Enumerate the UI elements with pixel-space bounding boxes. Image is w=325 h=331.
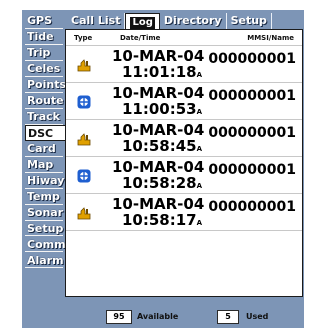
log-time-value: 11:00:53	[122, 100, 197, 118]
column-header-date-time: Date/Time	[120, 34, 161, 42]
log-date: 10-MAR-04	[112, 121, 205, 139]
table-row[interactable]: 10-MAR-04 10:58:28A 000000001	[66, 157, 302, 194]
log-time: 11:01:18A	[122, 64, 202, 83]
log-panel: Type Date/Time MMSI/Name 10-MAR-04 11:01…	[65, 29, 303, 297]
table-row[interactable]: 10-MAR-04 11:01:18A 000000001	[66, 45, 302, 83]
log-ampm: A	[196, 182, 203, 190]
sidebar-item-track[interactable]: Track	[25, 108, 63, 125]
tab-call-list[interactable]: Call List	[67, 13, 126, 29]
used-count: 5	[217, 310, 239, 324]
log-date: 10-MAR-04	[112, 195, 205, 213]
log-time: 11:00:53A	[122, 101, 202, 120]
distress-call-icon	[77, 207, 91, 220]
log-ampm: A	[196, 219, 203, 227]
sidebar-item-hiway[interactable]: Hiway	[25, 172, 64, 189]
used-label: Used	[246, 312, 269, 321]
log-ampm: A	[196, 108, 203, 116]
sidebar-item-setup[interactable]: Setup	[25, 220, 63, 237]
table-row[interactable]: 10-MAR-04 10:58:17A 000000001	[66, 194, 302, 231]
position-report-icon	[77, 169, 91, 183]
sidebar: GPS Tide Trip Celes Points Route Track D…	[25, 13, 66, 269]
sidebar-item-points[interactable]: Points	[25, 76, 66, 93]
log-date: 10-MAR-04	[112, 47, 205, 65]
sidebar-item-tide[interactable]: Tide	[25, 28, 63, 45]
sidebar-item-gps[interactable]: GPS	[25, 13, 63, 29]
available-label: Available	[137, 312, 179, 321]
distress-call-icon	[77, 133, 91, 146]
tab-log[interactable]: Log	[125, 13, 160, 29]
log-date: 10-MAR-04	[112, 158, 205, 176]
distress-call-icon	[77, 59, 91, 72]
log-mmsi: 000000001	[208, 199, 296, 215]
log-time-value: 10:58:17	[122, 211, 197, 229]
column-header-mmsi-name: MMSI/Name	[247, 34, 294, 42]
position-report-icon	[77, 95, 91, 109]
log-mmsi: 000000001	[208, 51, 296, 67]
log-mmsi: 000000001	[208, 88, 296, 104]
sidebar-item-dsc[interactable]: DSC	[25, 124, 66, 141]
available-count: 95	[106, 310, 132, 324]
log-mmsi: 000000001	[208, 162, 296, 178]
sidebar-item-celes[interactable]: Celes	[25, 60, 63, 77]
table-row[interactable]: 10-MAR-04 11:00:53A 000000001	[66, 83, 302, 120]
table-row[interactable]: 10-MAR-04 10:58:45A 000000001	[66, 120, 302, 157]
sidebar-item-map[interactable]: Map	[25, 156, 63, 173]
sidebar-item-comm[interactable]: Comm	[25, 236, 66, 253]
log-time-value: 10:58:28	[122, 174, 197, 192]
log-date: 10-MAR-04	[112, 84, 205, 102]
log-ampm: A	[196, 71, 203, 79]
log-time: 10:58:45A	[122, 138, 202, 157]
tab-directory[interactable]: Directory	[160, 13, 227, 29]
sidebar-item-trip[interactable]: Trip	[25, 44, 63, 61]
log-time: 10:58:28A	[122, 175, 202, 194]
sidebar-item-sonar[interactable]: Sonar	[25, 204, 63, 221]
log-time-value: 10:58:45	[122, 137, 197, 155]
tab-bar: Call List Log Directory Setup	[67, 13, 272, 30]
tab-setup[interactable]: Setup	[227, 13, 272, 29]
sidebar-item-card[interactable]: Card	[25, 140, 63, 157]
log-time-value: 11:01:18	[122, 63, 197, 81]
sidebar-item-route[interactable]: Route	[25, 92, 64, 109]
log-list: 10-MAR-04 11:01:18A 000000001 10-MAR-04 …	[66, 45, 302, 231]
tab-log-label: Log	[130, 17, 155, 29]
status-footer: 95 Available 5 Used	[65, 296, 303, 326]
sidebar-item-temp[interactable]: Temp	[25, 188, 63, 205]
log-time: 10:58:17A	[122, 212, 202, 231]
table-header: Type Date/Time MMSI/Name	[66, 34, 302, 44]
column-header-type: Type	[74, 34, 93, 42]
sidebar-item-alarm[interactable]: Alarm	[25, 252, 64, 269]
gps-screen: GPS Tide Trip Celes Points Route Track D…	[22, 10, 304, 328]
log-mmsi: 000000001	[208, 125, 296, 141]
log-ampm: A	[196, 145, 203, 153]
